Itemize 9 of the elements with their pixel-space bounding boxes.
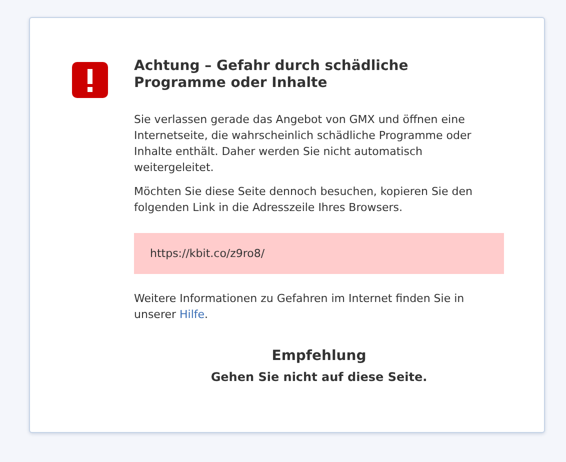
recommendation-heading: Empfehlung (272, 347, 366, 365)
body-text: Sie verlassen gerade das Angebot von GMX und öffnen eine Internetseite, die wahrscheinlich schädliche Programme oder Inhalte enthält. Daher werden Sie nicht automatisch weitergeleitet. (134, 112, 472, 176)
help-link[interactable]: Hilfe (180, 308, 205, 321)
warning-title: Achtung – Gefahr durch schädliche Programme oder Inhalte (134, 58, 410, 92)
warning-icon (72, 62, 108, 98)
recommendation-text: Gehen Sie nicht auf diese Seite. (210, 370, 428, 384)
body-text: Möchten Sie diese Seite dennoch besuchen, kopieren Sie den folgenden Link in die Adresszeile Ihres Browsers. (134, 184, 474, 216)
info-text: Weitere Informationen zu Gefahren im Internet finden Sie in unserer Hilfe. (134, 291, 466, 323)
url-box: https://kbit.co/z9ro8/ (134, 233, 504, 274)
